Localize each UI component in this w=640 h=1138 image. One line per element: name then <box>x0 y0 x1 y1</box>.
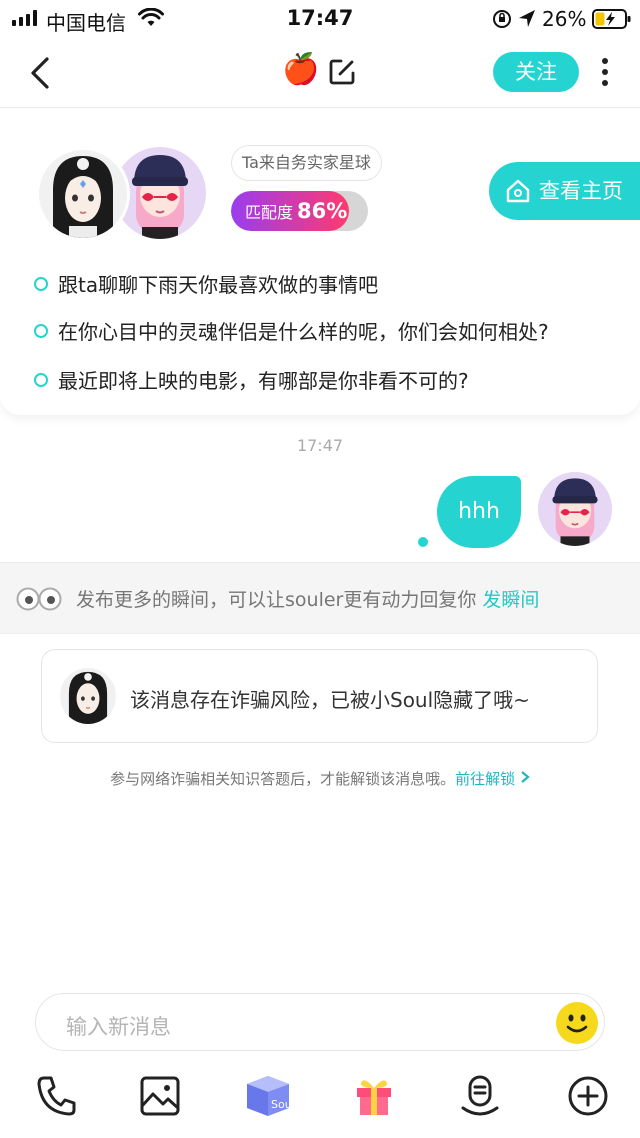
match-label: 匹配度 <box>245 203 294 222</box>
soul-box-label: Soul <box>271 1098 293 1111</box>
chat-nav-bar: 🍎 关注 <box>0 40 640 108</box>
message-bubble[interactable]: hhh <box>437 476 521 548</box>
chat-timestamp: 17:47 <box>296 436 344 455</box>
title-apple-emoji: 🍎 <box>282 52 320 87</box>
topic-dot-icon <box>34 372 48 387</box>
match-profile-card: Ta来自务实家星球 匹配度 86% 查看主页 跟ta聊聊下雨天你最喜欢做的事情吧 … <box>0 109 640 415</box>
voice-match-icon[interactable] <box>458 1074 502 1118</box>
eyes-icon <box>16 587 62 611</box>
location-arrow-icon <box>519 10 535 27</box>
battery-percentage: 26% <box>542 7 587 31</box>
topic-suggestion[interactable]: 最近即将上映的电影，有哪部是你非看不可的? <box>34 365 469 394</box>
match-degree-bar: 匹配度 86% <box>231 191 368 231</box>
hidden-message-text: 该消息存在诈骗风险，已被小Soul隐藏了哦~ <box>130 688 530 712</box>
chevron-right-icon <box>521 771 530 783</box>
image-icon[interactable] <box>138 1074 182 1118</box>
hidden-message-card: 该消息存在诈骗风险，已被小Soul隐藏了哦~ <box>41 649 598 743</box>
notice-text: 发布更多的瞬间，可以让souler更有动力回复你 <box>76 589 477 611</box>
gift-icon[interactable] <box>352 1074 396 1118</box>
follow-button[interactable]: 关注 <box>493 52 579 92</box>
topic-text: 跟ta聊聊下雨天你最喜欢做的事情吧 <box>58 273 379 297</box>
topic-suggestion[interactable]: 跟ta聊聊下雨天你最喜欢做的事情吧 <box>34 269 378 298</box>
unlock-hint-text: 参与网络诈骗相关知识答题后，才能解锁该消息哦。 <box>110 770 456 788</box>
orientation-lock-icon <box>493 10 511 28</box>
edit-note-icon[interactable] <box>328 58 356 86</box>
topic-text: 在你心目中的灵魂伴侣是什么样的呢，你们会如何相处? <box>58 320 549 344</box>
battery-icon <box>592 9 631 29</box>
topic-dot-icon <box>34 323 48 338</box>
more-options-icon[interactable] <box>598 56 612 88</box>
moments-notice-bar: 发布更多的瞬间，可以让souler更有动力回复你 发瞬间 <box>0 562 640 634</box>
topic-text: 最近即将上映的电影，有哪部是你非看不可的? <box>58 369 469 393</box>
view-homepage-label: 查看主页 <box>539 179 623 203</box>
home-icon <box>506 179 530 203</box>
message-input-placeholder: 输入新消息 <box>66 1015 171 1039</box>
unlock-link[interactable]: 前往解锁 <box>455 770 530 788</box>
topic-suggestion[interactable]: 在你心目中的灵魂伴侣是什么样的呢，你们会如何相处? <box>34 316 549 345</box>
planet-tag: Ta来自务实家星球 <box>231 145 382 181</box>
emoji-icon[interactable] <box>556 1002 598 1044</box>
back-icon[interactable] <box>28 56 52 90</box>
partner-avatar[interactable] <box>36 147 130 241</box>
soul-box-icon[interactable]: Soul <box>243 1072 295 1120</box>
soul-assistant-avatar <box>60 668 116 724</box>
message-sender-avatar[interactable] <box>538 472 612 546</box>
post-moment-link[interactable]: 发瞬间 <box>482 589 539 611</box>
status-bar: 中国电信 17:47 26% <box>0 0 640 40</box>
unread-status-dot <box>418 537 428 547</box>
message-input[interactable]: 输入新消息 <box>35 993 605 1051</box>
phone-icon[interactable] <box>34 1074 78 1118</box>
match-value: 86% <box>297 199 348 223</box>
view-homepage-button[interactable]: 查看主页 <box>489 162 640 220</box>
topic-dot-icon <box>34 276 48 291</box>
add-more-icon[interactable] <box>566 1074 610 1118</box>
